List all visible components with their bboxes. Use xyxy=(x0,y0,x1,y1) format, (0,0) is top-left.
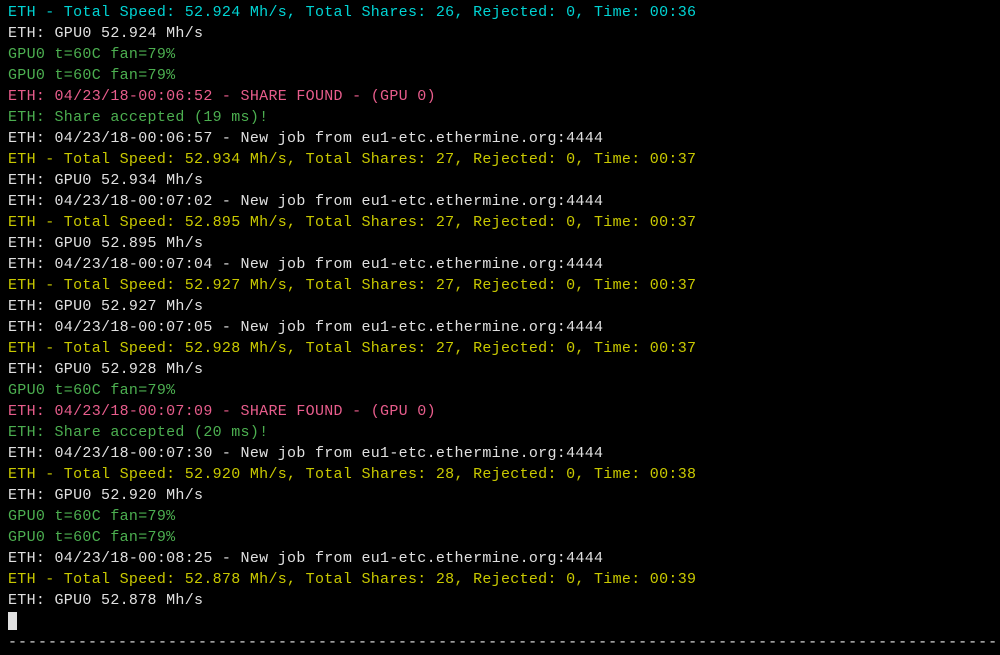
log-line: ETH - Total Speed: 52.927 Mh/s, Total Sh… xyxy=(8,275,992,296)
log-line: GPU0 t=60C fan=79% xyxy=(8,65,992,86)
log-line: ETH: GPU0 52.928 Mh/s xyxy=(8,359,992,380)
cursor xyxy=(8,612,17,630)
log-line: ETH - Total Speed: 52.895 Mh/s, Total Sh… xyxy=(8,212,992,233)
divider-line: ----------------------------------------… xyxy=(8,632,992,653)
log-line: ETH: GPU0 52.934 Mh/s xyxy=(8,170,992,191)
log-line: ETH: 04/23/18-00:07:02 - New job from eu… xyxy=(8,191,992,212)
log-line: GPU0 t=60C fan=79% xyxy=(8,380,992,401)
log-line: ETH: GPU0 52.927 Mh/s xyxy=(8,296,992,317)
log-line: ETH: 04/23/18-00:08:25 - New job from eu… xyxy=(8,548,992,569)
log-line: ETH: 04/23/18-00:06:57 - New job from eu… xyxy=(8,128,992,149)
log-line: ETH - Total Speed: 52.920 Mh/s, Total Sh… xyxy=(8,464,992,485)
log-line: ETH: 04/23/18-00:07:09 - SHARE FOUND - (… xyxy=(8,401,992,422)
cursor-line xyxy=(8,611,992,632)
log-line: ETH: 04/23/18-00:07:30 - New job from eu… xyxy=(8,443,992,464)
terminal-output: ETH - Total Speed: 52.924 Mh/s, Total Sh… xyxy=(0,0,1000,655)
log-line: ETH - Total Speed: 52.924 Mh/s, Total Sh… xyxy=(8,2,992,23)
log-line: ETH: Share accepted (20 ms)! xyxy=(8,422,992,443)
log-line: ETH: 04/23/18-00:07:05 - New job from eu… xyxy=(8,317,992,338)
log-line: ETH: GPU0 52.924 Mh/s xyxy=(8,23,992,44)
log-line: GPU0 t=60C fan=79% xyxy=(8,506,992,527)
log-line: ETH - Total Speed: 52.928 Mh/s, Total Sh… xyxy=(8,338,992,359)
log-line: ETH - Total Speed: 52.934 Mh/s, Total Sh… xyxy=(8,149,992,170)
log-line: ETH: GPU0 52.895 Mh/s xyxy=(8,233,992,254)
log-lines-container: ETH - Total Speed: 52.924 Mh/s, Total Sh… xyxy=(8,2,992,611)
log-line: ETH: 04/23/18-00:07:04 - New job from eu… xyxy=(8,254,992,275)
log-line: ETH - Total Speed: 52.878 Mh/s, Total Sh… xyxy=(8,569,992,590)
log-line: ETH: GPU0 52.878 Mh/s xyxy=(8,590,992,611)
log-line: GPU0 t=60C fan=79% xyxy=(8,44,992,65)
log-line: GPU0 t=60C fan=79% xyxy=(8,527,992,548)
log-line: ETH: GPU0 52.920 Mh/s xyxy=(8,485,992,506)
log-line: ETH: Share accepted (19 ms)! xyxy=(8,107,992,128)
log-line: ETH: 04/23/18-00:06:52 - SHARE FOUND - (… xyxy=(8,86,992,107)
